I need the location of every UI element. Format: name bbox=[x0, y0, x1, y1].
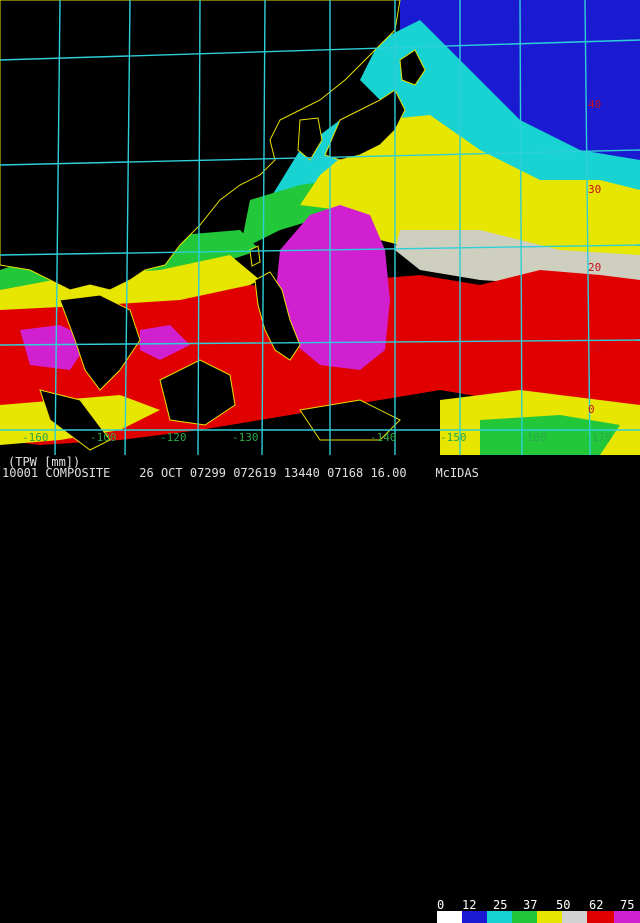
lon-label-g: -160 bbox=[520, 431, 547, 444]
lat-label-30: 30 bbox=[588, 183, 601, 196]
lon-label-f: -150 bbox=[440, 431, 467, 444]
scale-label-50: 50 bbox=[556, 898, 571, 912]
lat-label-40: 40 bbox=[588, 98, 601, 111]
scale-swatch-6 bbox=[587, 911, 614, 923]
tpw-map: 40 30 20 10 0 -160 -100 -120 -130 -140 -… bbox=[0, 0, 640, 455]
lon-label-d: -130 bbox=[232, 431, 259, 444]
lat-label-20: 20 bbox=[588, 261, 601, 274]
scale-swatch-5 bbox=[562, 911, 587, 923]
lon-label-b: -100 bbox=[90, 431, 117, 444]
footer-info: 10001 COMPOSITE 26 OCT 07299 072619 1344… bbox=[2, 466, 479, 480]
scale-label-12: 12 bbox=[462, 898, 477, 912]
lon-label-e: -140 bbox=[370, 431, 397, 444]
scale-swatch-2 bbox=[487, 911, 512, 923]
scale-swatch-7 bbox=[614, 911, 640, 923]
status-bar: 0 12 25 37 50 62 75 (TPW [mm]) 10001 COM… bbox=[0, 455, 640, 923]
scale-label-75: 75 bbox=[620, 898, 635, 912]
lon-label-h: -170 bbox=[585, 431, 612, 444]
lon-label-c: -120 bbox=[160, 431, 187, 444]
scale-label-37: 37 bbox=[523, 898, 538, 912]
scale-label-0: 0 bbox=[437, 898, 445, 912]
scale-swatch-0 bbox=[437, 911, 462, 923]
scale-swatch-3 bbox=[512, 911, 537, 923]
color-scale-bar bbox=[437, 911, 640, 923]
scale-label-62: 62 bbox=[589, 898, 604, 912]
scale-label-25: 25 bbox=[493, 898, 508, 912]
lat-label-10: 10 bbox=[588, 341, 601, 354]
scale-swatch-1 bbox=[462, 911, 487, 923]
lon-label-a: -160 bbox=[22, 431, 49, 444]
scale-swatch-4 bbox=[537, 911, 562, 923]
lat-label-0: 0 bbox=[588, 403, 595, 416]
